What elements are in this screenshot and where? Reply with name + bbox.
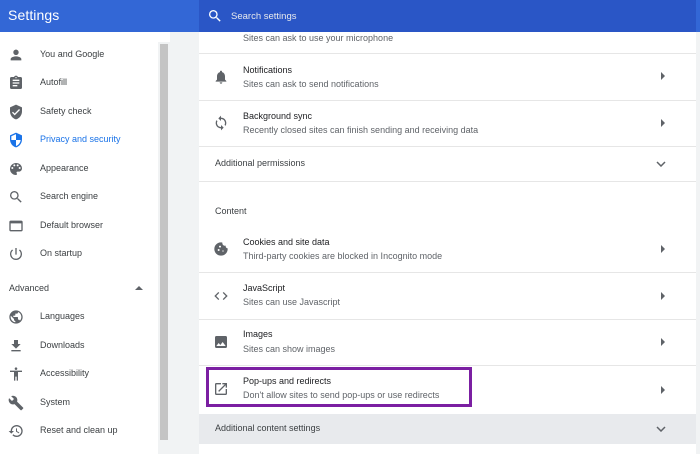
advanced-toggle[interactable]: Advanced bbox=[0, 275, 158, 301]
additional-permissions-label: Additional permissions bbox=[215, 158, 306, 168]
code-icon bbox=[214, 292, 228, 300]
search-icon bbox=[10, 191, 22, 203]
chevron-right-icon bbox=[661, 72, 665, 80]
microphone-row-subtitle: Sites can ask to use your microphone bbox=[243, 33, 394, 43]
row-title: JavaScript bbox=[243, 283, 286, 293]
clipboard-icon bbox=[10, 75, 22, 89]
search-icon bbox=[209, 10, 221, 22]
sidebar-item-label: Languages bbox=[40, 311, 85, 321]
row-subtitle: Recently closed sites can finish sending… bbox=[243, 125, 479, 135]
sidebar-item-system[interactable]: System bbox=[0, 389, 158, 417]
power-icon bbox=[9, 248, 22, 260]
row-subtitle: Sites can use Javascript bbox=[243, 297, 341, 307]
sidebar-item-label: Autofill bbox=[40, 77, 68, 87]
row-title: Background sync bbox=[243, 111, 313, 121]
sidebar: You and Google Autofill Safety check Pri… bbox=[0, 32, 170, 454]
sidebar-item-downloads[interactable]: Downloads bbox=[0, 332, 158, 360]
cookies-row[interactable]: Cookies and site data Third-party cookie… bbox=[199, 227, 696, 272]
history-icon bbox=[8, 425, 23, 437]
additional-content-settings-row[interactable]: Additional content settings bbox=[199, 414, 696, 444]
shield-icon bbox=[10, 132, 22, 148]
advanced-label: Advanced bbox=[9, 283, 50, 293]
row-subtitle: Sites can show images bbox=[243, 344, 336, 354]
sync-icon bbox=[215, 115, 227, 131]
sidebar-item-search-engine[interactable]: Search engine bbox=[0, 183, 158, 211]
row-title: Notifications bbox=[243, 65, 293, 75]
sidebar-item-appearance[interactable]: Appearance bbox=[0, 155, 158, 183]
card-bottom-edge bbox=[199, 444, 696, 454]
chevron-right-icon bbox=[661, 338, 665, 346]
sidebar-item-label: Privacy and security bbox=[40, 134, 121, 144]
sidebar-item-autofill[interactable]: Autofill bbox=[0, 69, 158, 97]
globe-icon bbox=[9, 310, 23, 324]
wrench-icon bbox=[8, 395, 24, 411]
chevron-right-icon bbox=[661, 292, 665, 300]
content-section-title: Content bbox=[215, 206, 247, 216]
search-input[interactable] bbox=[231, 6, 671, 26]
cookie-icon bbox=[214, 242, 228, 256]
row-title: Cookies and site data bbox=[243, 237, 330, 247]
app-title: Settings bbox=[8, 7, 60, 23]
sidebar-item-label: Downloads bbox=[40, 340, 85, 350]
sidebar-item-languages[interactable]: Languages bbox=[0, 303, 158, 331]
sidebar-item-label: Default browser bbox=[40, 220, 104, 230]
row-title: Images bbox=[243, 329, 273, 339]
shield-check-icon bbox=[10, 104, 22, 120]
sidebar-item-label: On startup bbox=[40, 248, 83, 258]
background-sync-row[interactable]: Background sync Recently closed sites ca… bbox=[199, 101, 696, 146]
image-icon bbox=[215, 336, 227, 348]
accessibility-icon bbox=[10, 367, 22, 381]
person-icon bbox=[10, 49, 22, 61]
sidebar-scrollbar-thumb[interactable] bbox=[160, 44, 168, 440]
sidebar-item-privacy-and-security[interactable]: Privacy and security bbox=[0, 126, 158, 154]
palette-icon bbox=[10, 163, 22, 175]
chevron-right-icon bbox=[661, 119, 665, 127]
images-row[interactable]: Images Sites can show images bbox=[199, 320, 696, 365]
sidebar-item-label: Safety check bbox=[40, 106, 92, 116]
caret-up-icon bbox=[135, 286, 143, 290]
sidebar-item-label: Accessibility bbox=[40, 368, 90, 378]
row-subtitle: Third-party cookies are blocked in Incog… bbox=[243, 251, 443, 261]
search-bar[interactable] bbox=[199, 0, 696, 32]
divider bbox=[199, 181, 696, 182]
sidebar-item-on-startup[interactable]: On startup bbox=[0, 240, 158, 268]
sidebar-item-accessibility[interactable]: Accessibility bbox=[0, 360, 158, 388]
javascript-row[interactable]: JavaScript Sites can use Javascript bbox=[199, 273, 696, 319]
sidebar-item-label: Reset and clean up bbox=[40, 425, 118, 435]
chevron-down-icon bbox=[656, 161, 666, 167]
additional-permissions-row[interactable]: Additional permissions bbox=[199, 147, 696, 181]
browser-icon bbox=[9, 220, 23, 232]
additional-content-settings-label: Additional content settings bbox=[215, 423, 321, 433]
chevron-right-icon bbox=[661, 245, 665, 253]
highlight-box bbox=[206, 367, 472, 407]
chevron-right-icon bbox=[661, 386, 665, 394]
download-icon bbox=[11, 340, 21, 352]
sidebar-item-label: Search engine bbox=[40, 191, 99, 201]
sidebar-item-you-and-google[interactable]: You and Google bbox=[0, 41, 158, 69]
sidebar-item-label: System bbox=[40, 397, 71, 407]
sidebar-item-label: You and Google bbox=[40, 49, 105, 59]
bell-icon bbox=[215, 70, 227, 84]
notifications-row[interactable]: Notifications Sites can ask to send noti… bbox=[199, 54, 696, 100]
sidebar-item-default-browser[interactable]: Default browser bbox=[0, 212, 158, 240]
sidebar-item-safety-check[interactable]: Safety check bbox=[0, 98, 158, 126]
sidebar-item-reset-and-clean-up[interactable]: Reset and clean up bbox=[0, 417, 158, 445]
sidebar-item-label: Appearance bbox=[40, 163, 89, 173]
row-subtitle: Sites can ask to send notifications bbox=[243, 79, 379, 89]
chevron-down-icon bbox=[656, 426, 666, 432]
